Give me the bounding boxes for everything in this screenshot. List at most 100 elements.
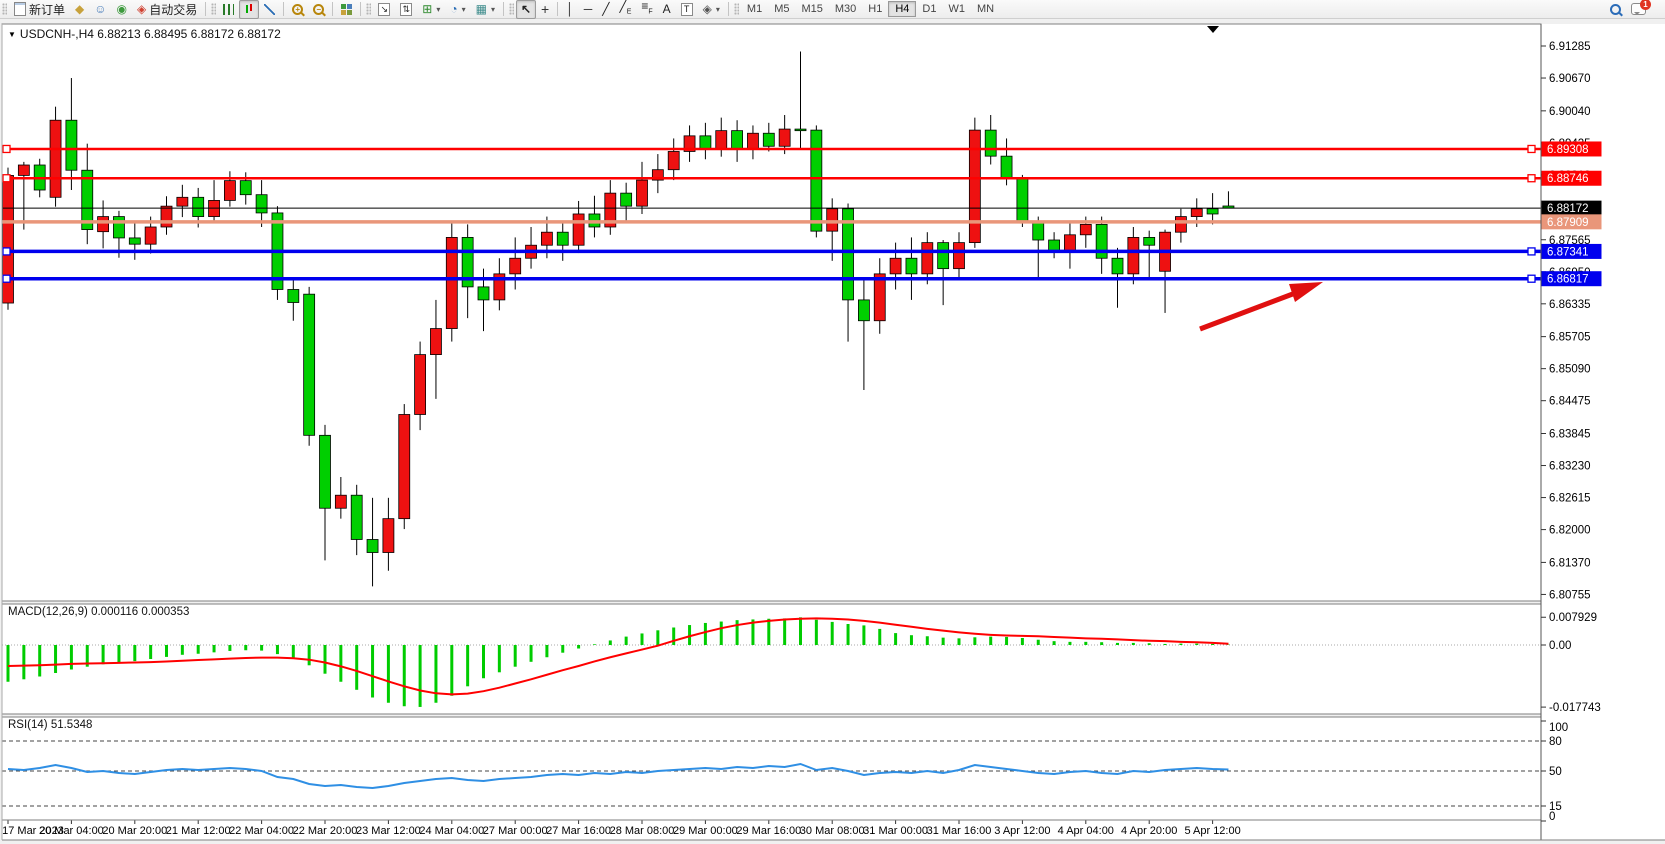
candle-body xyxy=(224,181,235,201)
timeframe-button-M30[interactable]: M30 xyxy=(829,2,862,16)
price-tag-label: 6.86817 xyxy=(1547,274,1589,286)
candle-body xyxy=(351,495,362,539)
indicator-window-button[interactable]: ⇅ xyxy=(395,0,417,19)
timeframe-button-D1[interactable]: D1 xyxy=(916,2,942,16)
candle-body xyxy=(145,227,156,244)
macd-tick-label: 0.007929 xyxy=(1549,612,1597,624)
gold-button[interactable]: ◆ xyxy=(70,0,89,19)
main-chart-panel[interactable] xyxy=(2,24,1541,601)
time-tick-label: 31 Mar 00:00 xyxy=(863,825,928,837)
candle-body xyxy=(1175,217,1186,233)
chart-canvas[interactable]: 6.912856.906706.900406.894256.888106.881… xyxy=(0,0,1665,844)
line-handle[interactable] xyxy=(1528,145,1535,152)
label-button[interactable]: T xyxy=(676,0,698,19)
document-icon xyxy=(14,2,26,16)
price-tick-label: 6.90670 xyxy=(1549,73,1591,85)
horizontal-line-button[interactable]: ─ xyxy=(579,0,598,19)
line-chart-button[interactable] xyxy=(259,0,280,19)
timeframe-button-M15[interactable]: M15 xyxy=(795,2,828,16)
shapes-button[interactable]: ◈ ▾ xyxy=(698,0,725,19)
candle-body xyxy=(954,243,965,269)
fibonacci-button[interactable]: ≡F xyxy=(636,0,657,19)
candle-body xyxy=(969,130,980,243)
autotrading-button[interactable]: ◈ 自动交易 xyxy=(132,0,202,19)
candle-body xyxy=(541,232,552,245)
trendline-button[interactable]: ╱ xyxy=(597,0,614,19)
cursor-button[interactable]: ↖ xyxy=(516,0,536,19)
timeframe-button-M5[interactable]: M5 xyxy=(768,2,795,16)
indicators-button[interactable]: ↘ xyxy=(373,0,395,19)
add-indicator-button[interactable]: ⊞ ▾ xyxy=(417,0,445,19)
time-tick-label: 22 Mar 04:00 xyxy=(229,825,294,837)
candle-body xyxy=(161,206,172,227)
new-order-button[interactable]: 新订单 xyxy=(9,0,70,19)
candlestick-chart-button[interactable] xyxy=(239,0,259,19)
candle-body xyxy=(906,258,917,274)
timeframe-button-MN[interactable]: MN xyxy=(971,2,1000,16)
search-icon xyxy=(1610,4,1621,15)
label-icon: T xyxy=(681,3,693,16)
bar-chart-button[interactable] xyxy=(218,0,239,19)
template-button[interactable]: ▦ ▾ xyxy=(471,0,500,19)
candle-body xyxy=(18,165,29,175)
timeframe-button-H1[interactable]: H1 xyxy=(862,2,888,16)
line-handle[interactable] xyxy=(1528,175,1535,182)
candle-body xyxy=(1128,237,1139,273)
line-handle[interactable] xyxy=(3,145,10,152)
vertical-line-button[interactable]: │ xyxy=(561,0,579,19)
candle-body xyxy=(430,329,441,355)
candle-body xyxy=(1049,240,1060,250)
cursor-icon: ↖ xyxy=(521,3,531,15)
time-tick-label: 20 Mar 04:00 xyxy=(39,825,104,837)
candle-body xyxy=(922,243,933,274)
macd-tick-label: -0.017743 xyxy=(1549,702,1601,714)
candle-body xyxy=(510,258,521,274)
channel-icon: ╱E xyxy=(619,0,631,18)
signal-button[interactable]: ◉ xyxy=(112,0,132,19)
timeframe-button-H4[interactable]: H4 xyxy=(888,1,916,17)
line-handle[interactable] xyxy=(3,275,10,282)
time-tick-label: 27 Mar 16:00 xyxy=(546,825,611,837)
notifications-button[interactable]: 1 xyxy=(1626,0,1651,19)
trader-button[interactable]: ☺ xyxy=(89,0,111,19)
price-tick-label: 6.84475 xyxy=(1549,396,1591,408)
candle-body xyxy=(716,131,727,149)
candle-body xyxy=(637,180,648,206)
candle-body xyxy=(177,197,188,206)
candle-body xyxy=(779,129,790,146)
timeframe-button-M1[interactable]: M1 xyxy=(741,2,768,16)
candle-body xyxy=(1112,258,1123,274)
line-handle[interactable] xyxy=(3,248,10,255)
tile-windows-button[interactable] xyxy=(336,0,357,19)
time-tick-label: 29 Mar 16:00 xyxy=(736,825,801,837)
search-button[interactable] xyxy=(1605,0,1626,19)
time-tick-label: 22 Mar 20:00 xyxy=(293,825,358,837)
candle-body xyxy=(193,197,204,216)
timeframe-button-W1[interactable]: W1 xyxy=(942,2,971,16)
chart-title-text: USDCNH-,H4 6.88213 6.88495 6.88172 6.881… xyxy=(20,27,281,41)
trader-icon: ☺ xyxy=(94,3,106,15)
time-tick-label: 4 Apr 20:00 xyxy=(1121,825,1177,837)
line-handle[interactable] xyxy=(1528,275,1535,282)
toolbar-grip[interactable] xyxy=(2,3,7,15)
period-button[interactable]: ◔ ▾ xyxy=(445,0,470,19)
line-handle[interactable] xyxy=(1528,248,1535,255)
chart-header[interactable]: ▼ USDCNH-,H4 6.88213 6.88495 6.88172 6.8… xyxy=(8,27,281,41)
candle-body xyxy=(1144,237,1155,245)
candle-body xyxy=(747,133,758,149)
candle-body xyxy=(320,435,331,508)
crosshair-button[interactable]: + xyxy=(536,0,554,19)
indicator-window-icon: ⇅ xyxy=(400,3,412,16)
channel-button[interactable]: ╱E xyxy=(614,0,636,19)
text-button[interactable]: A xyxy=(658,0,676,19)
chevron-down-icon: ▼ xyxy=(8,30,16,39)
time-tick-label: 23 Mar 12:00 xyxy=(356,825,421,837)
zoom-out-button[interactable]: − xyxy=(308,0,329,19)
candle-body xyxy=(3,175,14,303)
zoom-in-button[interactable]: + xyxy=(287,0,308,19)
price-tick-label: 6.80755 xyxy=(1549,589,1591,601)
line-handle[interactable] xyxy=(3,175,10,182)
candle-body xyxy=(1207,209,1218,214)
terminal-window: 6.912856.906706.900406.894256.888106.881… xyxy=(0,0,1665,844)
candle-body xyxy=(1064,235,1075,251)
